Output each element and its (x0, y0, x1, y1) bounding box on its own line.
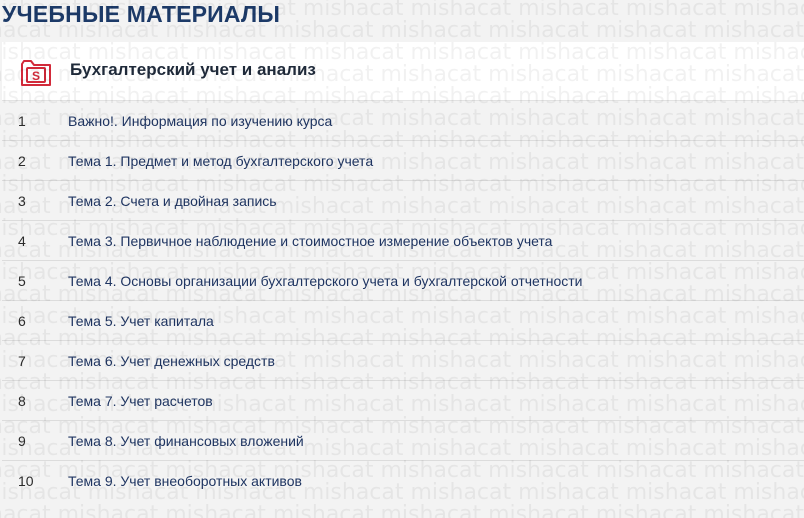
topic-row[interactable]: 5 Тема 4. Основы организации бухгалтерск… (2, 261, 804, 301)
topic-link[interactable]: Тема 8. Учет финансовых вложений (68, 433, 304, 449)
topic-row[interactable]: 3 Тема 2. Счета и двойная запись (2, 181, 804, 221)
course-panel: S Бухгалтерский учет и анализ 1 Важно!. … (2, 42, 804, 518)
topic-number: 6 (18, 313, 26, 329)
topic-row[interactable]: 6 Тема 5. Учет капитала (2, 301, 804, 341)
topic-list: 1 Важно!. Информация по изучению курса 2… (2, 101, 804, 501)
topic-link[interactable]: Тема 5. Учет капитала (68, 313, 214, 329)
topic-link[interactable]: Важно!. Информация по изучению курса (68, 113, 332, 129)
topic-row[interactable]: 7 Тема 6. Учет денежных средств (2, 341, 804, 381)
topic-row[interactable]: 8 Тема 7. Учет расчетов (2, 381, 804, 421)
topic-row[interactable]: 10 Тема 9. Учет внеоборотных активов (2, 461, 804, 501)
topic-row[interactable]: 1 Важно!. Информация по изучению курса (2, 101, 804, 141)
topic-number: 2 (18, 153, 26, 169)
topic-link[interactable]: Тема 7. Учет расчетов (68, 393, 213, 409)
topic-number: 9 (18, 433, 26, 449)
topic-row[interactable]: 9 Тема 8. Учет финансовых вложений (2, 421, 804, 461)
page-title: УЧЕБНЫЕ МАТЕРИАЛЫ (2, 1, 281, 27)
topic-number: 1 (18, 113, 26, 129)
topic-number: 5 (18, 273, 26, 289)
topic-number: 10 (18, 473, 34, 489)
course-title: Бухгалтерский учет и анализ (70, 60, 316, 79)
topic-link[interactable]: Тема 2. Счета и двойная запись (68, 193, 277, 209)
topic-row[interactable]: 2 Тема 1. Предмет и метод бухгалтерского… (2, 141, 804, 181)
topic-number: 7 (18, 353, 26, 369)
topic-row[interactable]: 4 Тема 3. Первичное наблюдение и стоимос… (2, 221, 804, 261)
page: УЧЕБНЫЕ МАТЕРИАЛЫ S Бухгалтерский учет и… (0, 0, 804, 518)
course-header: S Бухгалтерский учет и анализ (2, 42, 804, 101)
topic-link[interactable]: Тема 6. Учет денежных средств (68, 353, 275, 369)
topic-number: 8 (18, 393, 26, 409)
topic-link[interactable]: Тема 4. Основы организации бухгалтерског… (68, 273, 583, 289)
topic-number: 3 (18, 193, 26, 209)
topic-link[interactable]: Тема 1. Предмет и метод бухгалтерского у… (68, 153, 373, 169)
folder-s-icon: S (21, 60, 51, 86)
topic-link[interactable]: Тема 9. Учет внеоборотных активов (68, 473, 302, 489)
folder-icon-letter: S (32, 69, 40, 83)
topic-number: 4 (18, 233, 26, 249)
topic-link[interactable]: Тема 3. Первичное наблюдение и стоимостн… (68, 233, 552, 249)
